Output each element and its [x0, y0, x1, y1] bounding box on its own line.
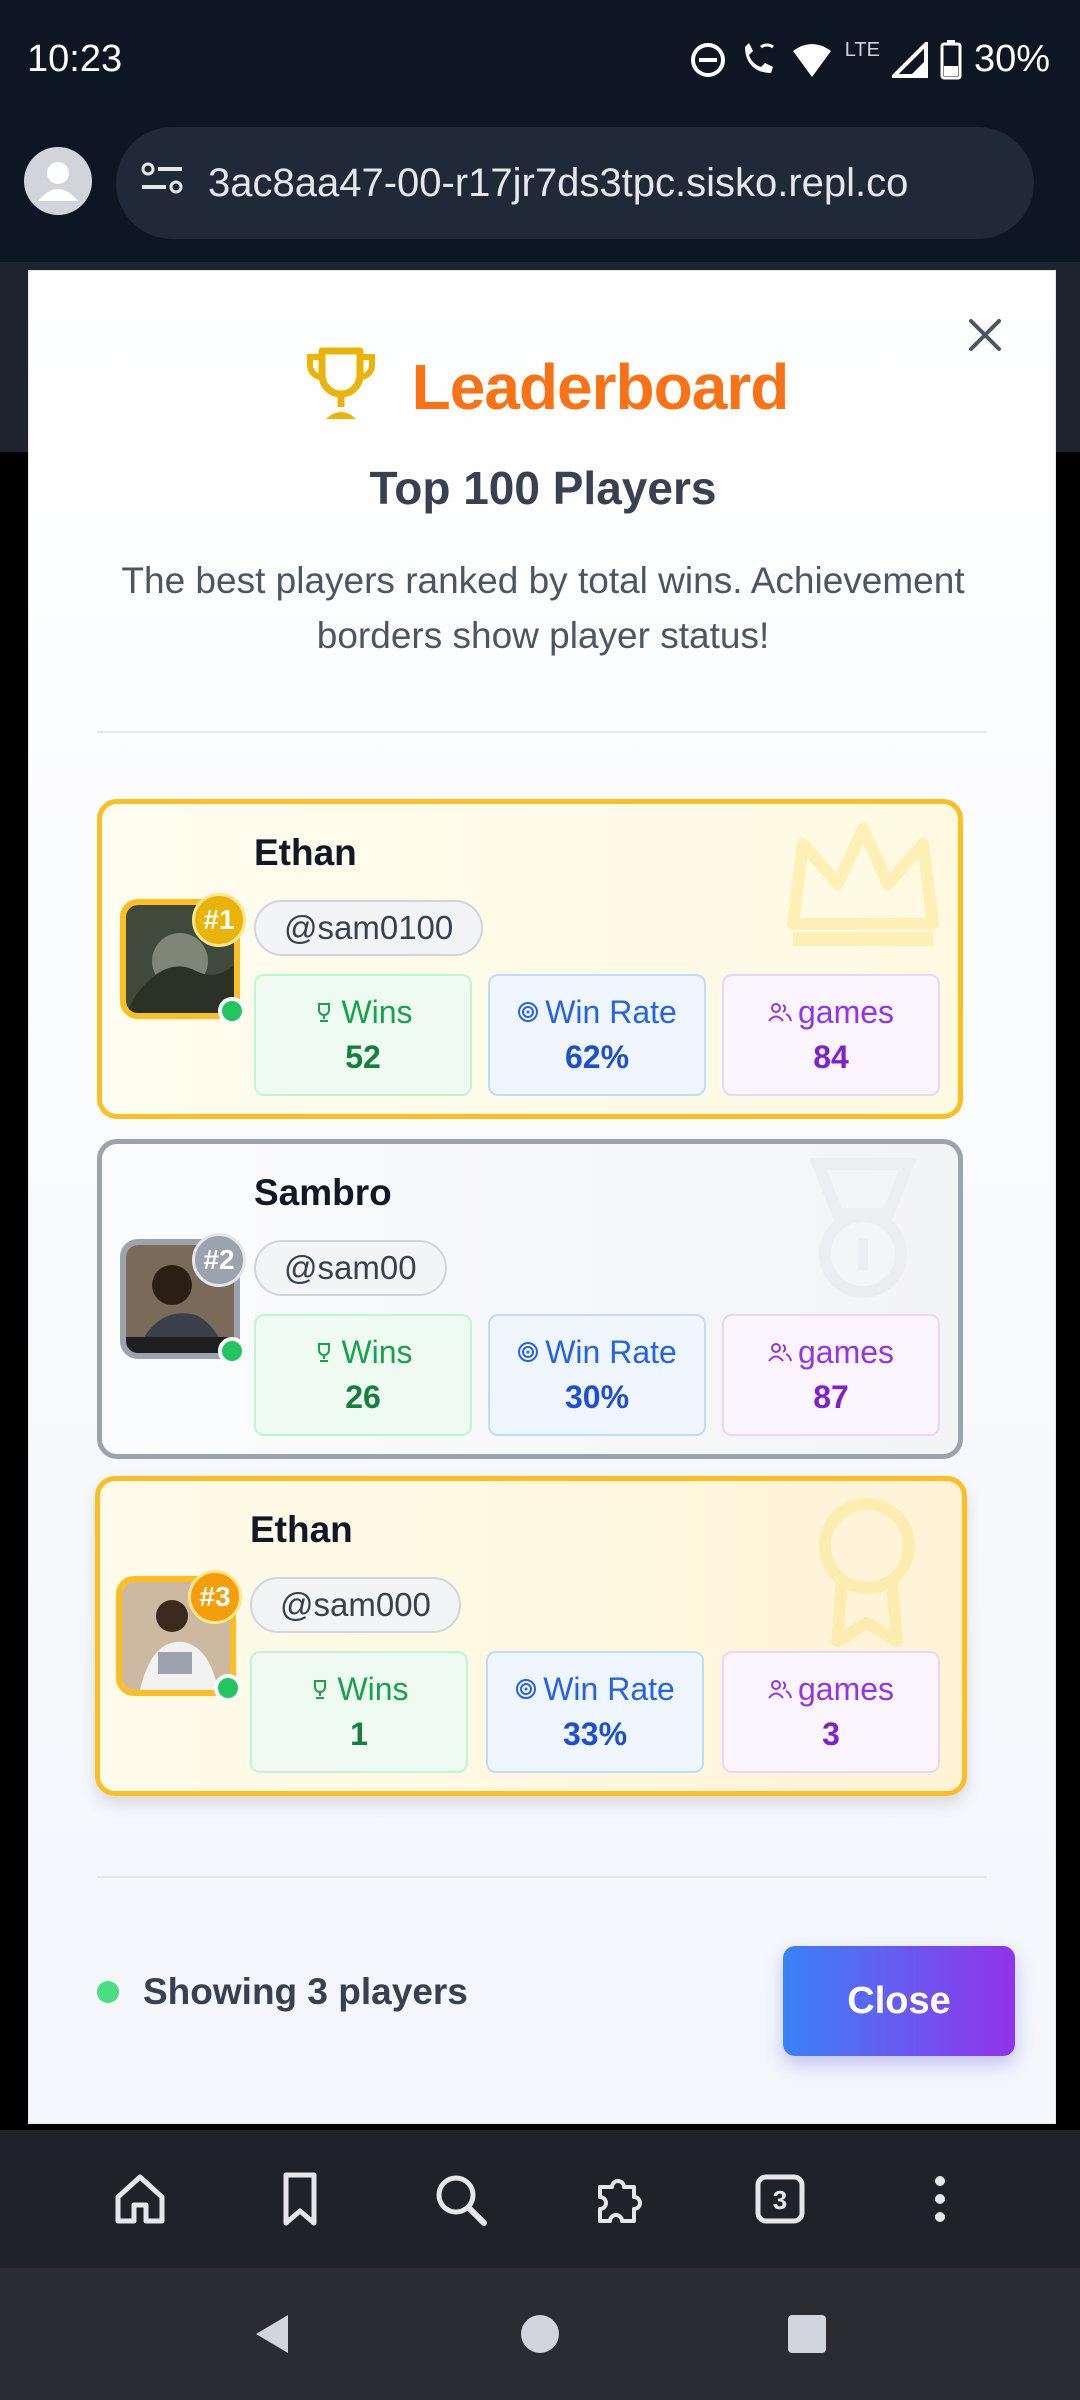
- avatar: #2: [120, 1233, 246, 1365]
- users-icon: [768, 1671, 792, 1708]
- stat-games: games 3: [722, 1651, 940, 1773]
- tab-count: 3: [773, 2185, 787, 2215]
- search-icon[interactable]: [420, 2159, 500, 2239]
- stat-label: Wins: [341, 994, 413, 1030]
- status-dot: [97, 1981, 119, 2003]
- users-icon: [768, 994, 792, 1031]
- player-card-1[interactable]: #1 Ethan @sam0100 Wins 52 Win Rate 62% g…: [97, 799, 963, 1119]
- status-icons: LTE 30%: [689, 38, 1050, 81]
- target-icon: [517, 1334, 539, 1371]
- stat-value: 3: [822, 1716, 840, 1752]
- stat-label: Win Rate: [545, 994, 677, 1030]
- stat-wins: Wins 26: [254, 1314, 472, 1436]
- stat-label: Win Rate: [543, 1671, 675, 1707]
- home-icon[interactable]: [100, 2159, 180, 2239]
- more-menu-icon[interactable]: [900, 2159, 980, 2239]
- divider: [97, 731, 987, 733]
- network-type: LTE: [844, 39, 880, 61]
- crown-icon: [778, 814, 948, 959]
- browser-toolbar: 3ac8aa47-00-r17jr7ds3tpc.sisko.repl.co: [0, 125, 1080, 262]
- player-name: Ethan: [250, 1509, 353, 1550]
- player-handle: @sam0100: [254, 900, 484, 956]
- stat-wins: Wins 1: [250, 1651, 468, 1773]
- online-indicator: [214, 1674, 242, 1702]
- wifi-icon: [791, 41, 833, 79]
- player-name: Ethan: [254, 832, 357, 873]
- home-button-icon[interactable]: [500, 2294, 580, 2374]
- stat-label: games: [797, 1671, 895, 1707]
- stat-label: Win Rate: [545, 1334, 677, 1370]
- stat-wins: Wins 52: [254, 974, 472, 1096]
- trophy-icon: [309, 1671, 331, 1708]
- stat-label: games: [797, 1334, 895, 1370]
- player-count-text: Showing 3 players: [143, 1971, 468, 2012]
- stat-value: 84: [813, 1039, 849, 1075]
- trophy-icon: [313, 1334, 335, 1371]
- wifi-call-icon: [739, 41, 779, 79]
- url-text: 3ac8aa47-00-r17jr7ds3tpc.sisko.repl.co: [208, 160, 909, 205]
- stat-value: 30%: [564, 1379, 630, 1415]
- profile-avatar-icon[interactable]: [24, 147, 92, 215]
- footer-status: Showing 3 players: [97, 1971, 468, 2013]
- dnd-icon: [689, 41, 727, 79]
- rank-badge: #1: [192, 893, 246, 947]
- stat-win-rate: Win Rate 62%: [488, 974, 706, 1096]
- stat-value: 87: [813, 1379, 849, 1415]
- stat-label: Wins: [337, 1671, 409, 1707]
- rank-badge: #2: [192, 1233, 246, 1287]
- signal-icon: [891, 41, 928, 78]
- stat-value: 1: [350, 1716, 368, 1752]
- url-field[interactable]: 3ac8aa47-00-r17jr7ds3tpc.sisko.repl.co: [116, 127, 1034, 239]
- stat-value: 26: [345, 1379, 381, 1415]
- modal-subtitle: Top 100 Players: [369, 462, 717, 514]
- player-card-3[interactable]: #3 Ethan @sam000 Wins 1 Win Rate 33% gam…: [95, 1476, 967, 1796]
- target-icon: [515, 1671, 537, 1708]
- stat-games: games 87: [722, 1314, 940, 1436]
- modal-title: Leaderboard: [411, 350, 790, 423]
- extensions-icon[interactable]: [580, 2159, 660, 2239]
- leaderboard-modal: Leaderboard Top 100 Players The best pla…: [28, 270, 1056, 2124]
- online-indicator: [218, 1337, 246, 1365]
- battery-icon: [940, 39, 962, 80]
- screen: 10:23 LTE 30% 3ac8aa47-00-r17jr7ds3tpc.s…: [0, 0, 1080, 2400]
- site-settings-icon[interactable]: [140, 160, 184, 206]
- trophy-icon: [298, 341, 384, 432]
- divider: [97, 1876, 987, 1878]
- browser-bottom-bar: 3: [0, 2130, 1080, 2268]
- stat-games: games 84: [722, 974, 940, 1096]
- stat-value: 33%: [562, 1716, 628, 1752]
- stat-value: 62%: [564, 1039, 630, 1075]
- player-card-2[interactable]: #2 Sambro @sam00 Wins 26 Win Rate 30% ga…: [97, 1139, 963, 1459]
- close-button[interactable]: Close: [783, 1946, 1015, 2056]
- bookmark-icon[interactable]: [260, 2159, 340, 2239]
- status-time: 10:23: [27, 38, 123, 80]
- avatar: #1: [120, 893, 246, 1025]
- recents-icon[interactable]: [767, 2294, 847, 2374]
- award-icon: [782, 1491, 952, 1656]
- stat-label: Wins: [341, 1334, 413, 1370]
- stat-value: 52: [345, 1039, 381, 1075]
- rank-badge: #3: [188, 1570, 242, 1624]
- target-icon: [517, 994, 539, 1031]
- modal-description: The best players ranked by total wins. A…: [121, 560, 965, 656]
- tabs-icon[interactable]: 3: [740, 2159, 820, 2239]
- battery-level: 30%: [973, 38, 1050, 80]
- trophy-icon: [313, 994, 335, 1031]
- player-name: Sambro: [254, 1172, 392, 1213]
- stat-win-rate: Win Rate 30%: [488, 1314, 706, 1436]
- modal-header: Leaderboard: [29, 341, 1057, 432]
- system-navigation-bar: [0, 2268, 1080, 2400]
- avatar: #3: [116, 1570, 242, 1702]
- stat-win-rate: Win Rate 33%: [486, 1651, 704, 1773]
- player-handle: @sam000: [250, 1577, 461, 1633]
- medal-icon: [778, 1154, 948, 1309]
- stat-label: games: [797, 994, 895, 1030]
- back-icon[interactable]: [233, 2294, 313, 2374]
- online-indicator: [218, 997, 246, 1025]
- player-handle: @sam00: [254, 1240, 447, 1296]
- status-bar: 10:23 LTE 30%: [0, 0, 1080, 125]
- users-icon: [768, 1334, 792, 1371]
